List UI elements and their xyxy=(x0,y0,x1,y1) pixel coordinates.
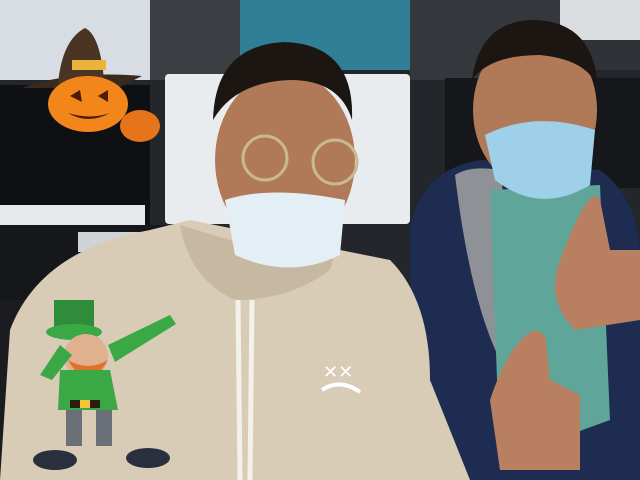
hoodie-string-left xyxy=(235,299,243,480)
witch-hat-band xyxy=(72,60,106,70)
leprechaun-leg-left xyxy=(66,410,82,446)
back-wall xyxy=(150,0,240,80)
leprechaun-shoe-right xyxy=(126,448,170,468)
webcam-frame: ✕✕ xyxy=(0,0,640,480)
leprechaun-buckle xyxy=(80,400,90,408)
left-monitor-bezel xyxy=(0,205,145,227)
photo-scene: ✕✕ xyxy=(0,0,640,480)
hoodie-print-eyes: ✕✕ xyxy=(323,362,353,383)
leprechaun-shoe-left xyxy=(33,450,77,470)
jack-o-lantern-icon xyxy=(48,76,128,132)
hoodie-string-right xyxy=(247,299,255,480)
leprechaun-leg-right xyxy=(96,410,112,446)
left-person-mask xyxy=(225,192,345,268)
small-pumpkin xyxy=(120,110,160,142)
